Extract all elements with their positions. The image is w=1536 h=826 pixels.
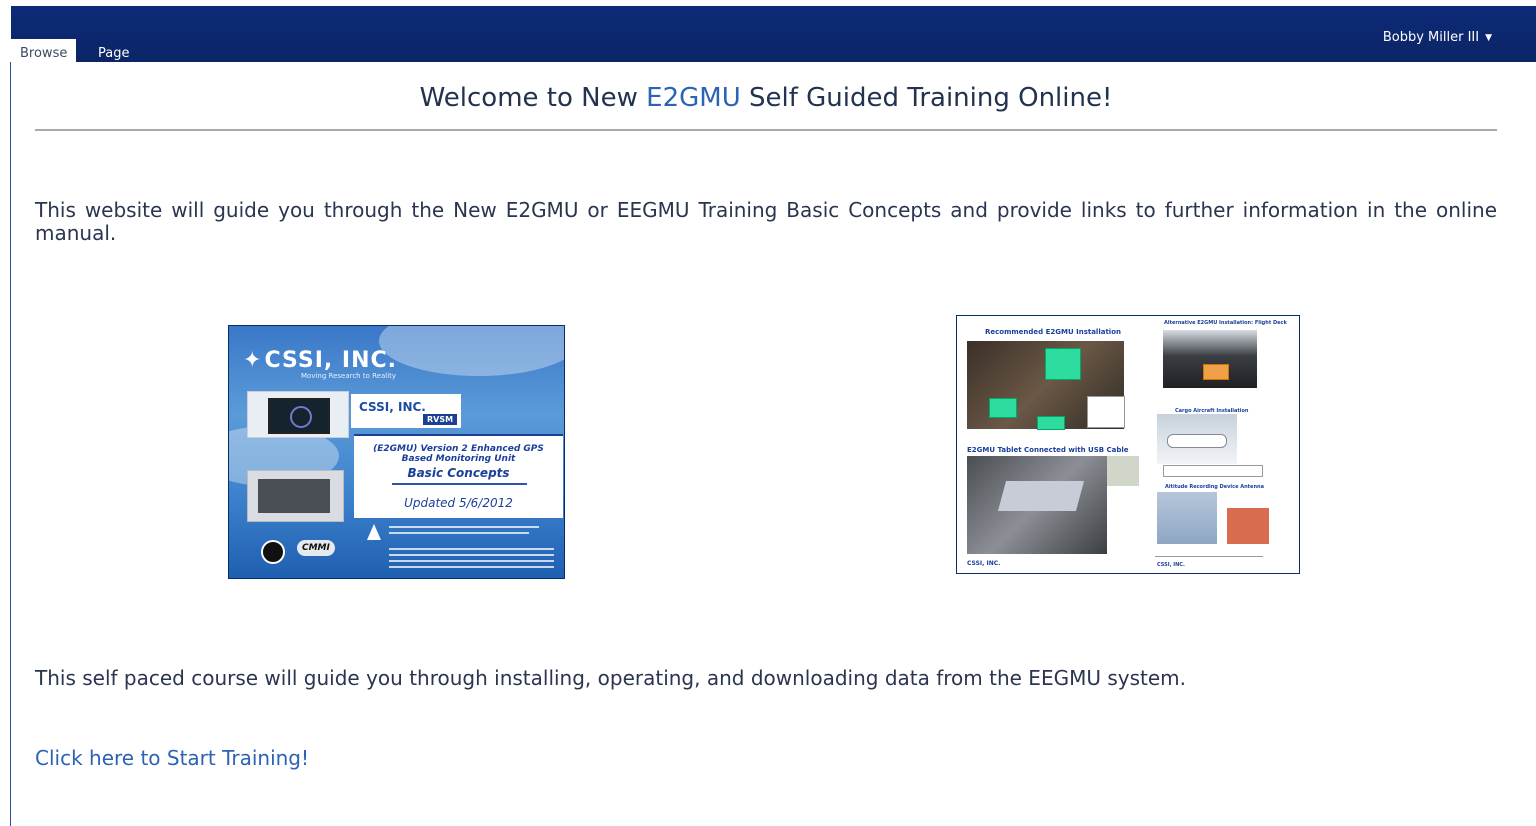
rvsm-logo: CSSI, INC. RVSM bbox=[351, 394, 461, 428]
cover-line-1: (E2GMU) Version 2 Enhanced GPS bbox=[373, 444, 544, 454]
address-text-line bbox=[389, 548, 554, 550]
callout-gps-antenna bbox=[1045, 348, 1081, 380]
diagram-footer-logo-left: CSSI, INC. bbox=[967, 560, 1001, 567]
cover-updated: Updated 5/6/2012 bbox=[404, 496, 513, 510]
compass-icon: ✦ bbox=[243, 348, 263, 373]
cover-rule bbox=[392, 483, 527, 485]
callout-flight-deck bbox=[1203, 364, 1229, 380]
title-prefix: Welcome to New bbox=[419, 83, 647, 113]
callout-secured-in-box bbox=[989, 398, 1017, 418]
frame-left-margin bbox=[0, 0, 10, 826]
address-text-line bbox=[389, 532, 529, 534]
user-name: Bobby Miller III bbox=[1382, 30, 1480, 45]
address-text-line bbox=[389, 566, 554, 568]
course-cover-image: ✦CSSI, INC. Moving Research to Reality C… bbox=[228, 325, 565, 579]
callout-ard-antenna bbox=[1037, 416, 1065, 430]
ard-antenna-photo bbox=[1157, 492, 1217, 544]
diagram-footer-logo-right: CSSI, INC. bbox=[1157, 562, 1185, 568]
diagram-heading-usb: E2GMU Tablet Connected with USB Cable bbox=[967, 446, 1129, 454]
course-paragraph: This self paced course will guide you th… bbox=[35, 666, 1186, 690]
callout-installed-in-cabin bbox=[1087, 396, 1125, 428]
diagram-heading-ard: Altitude Recording Device Antenna bbox=[1165, 484, 1264, 490]
user-menu[interactable]: Bobby Miller III ▼ bbox=[1383, 30, 1492, 45]
rvsm-badge: RVSM bbox=[423, 414, 458, 425]
address-text-line bbox=[389, 526, 539, 528]
case-interior bbox=[258, 479, 330, 513]
capitol-icon bbox=[367, 524, 381, 540]
ard-device-photo bbox=[1227, 508, 1269, 544]
callout-cargo-note bbox=[1163, 465, 1263, 477]
rvsm-company: CSSI, INC. bbox=[359, 400, 426, 414]
start-training-link[interactable]: Click here to Start Training! bbox=[35, 746, 309, 770]
cmmi-logo: CMMI bbox=[297, 540, 335, 556]
page-content: Welcome to New E2GMU Self Guided Trainin… bbox=[11, 62, 1523, 826]
chevron-down-icon: ▼ bbox=[1485, 33, 1492, 43]
cover-line-3: Basic Concepts bbox=[407, 466, 510, 480]
cover-title-box: (E2GMU) Version 2 Enhanced GPS Based Mon… bbox=[354, 434, 563, 518]
page-title: Welcome to New E2GMU Self Guided Trainin… bbox=[11, 83, 1521, 113]
address-text-line bbox=[389, 554, 554, 556]
tablet-device bbox=[997, 481, 1085, 511]
installation-diagram-image: Recommended E2GMU Installation Alternati… bbox=[956, 315, 1300, 574]
usb-inset-photo bbox=[1107, 456, 1139, 486]
ribbon-bar: Browse Page Bobby Miller III ▼ bbox=[11, 6, 1536, 68]
tablet-device-photo bbox=[247, 391, 349, 438]
caption-line bbox=[1155, 556, 1263, 557]
globe-icon bbox=[261, 540, 285, 564]
diagram-heading-recommended: Recommended E2GMU Installation bbox=[985, 328, 1121, 336]
title-brand: E2GMU bbox=[646, 83, 741, 113]
cover-line-2: Based Monitoring Unit bbox=[401, 454, 516, 464]
cssi-logo: ✦CSSI, INC. bbox=[243, 348, 397, 373]
cloud-shape bbox=[379, 326, 564, 376]
equipment-case-photo bbox=[247, 470, 344, 522]
title-divider bbox=[35, 129, 1497, 131]
intro-paragraph: This website will guide you through the … bbox=[35, 198, 1497, 245]
gauge-icon bbox=[290, 406, 312, 428]
tablet-screen bbox=[268, 398, 330, 434]
diagram-heading-flight-deck: Alternative E2GMU Installation: Flight D… bbox=[1164, 320, 1287, 326]
title-suffix: Self Guided Training Online! bbox=[740, 83, 1113, 113]
aircraft-fuselage bbox=[1167, 434, 1227, 448]
address-text-line bbox=[389, 560, 554, 562]
cssi-tagline: Moving Research to Reality bbox=[301, 372, 397, 380]
